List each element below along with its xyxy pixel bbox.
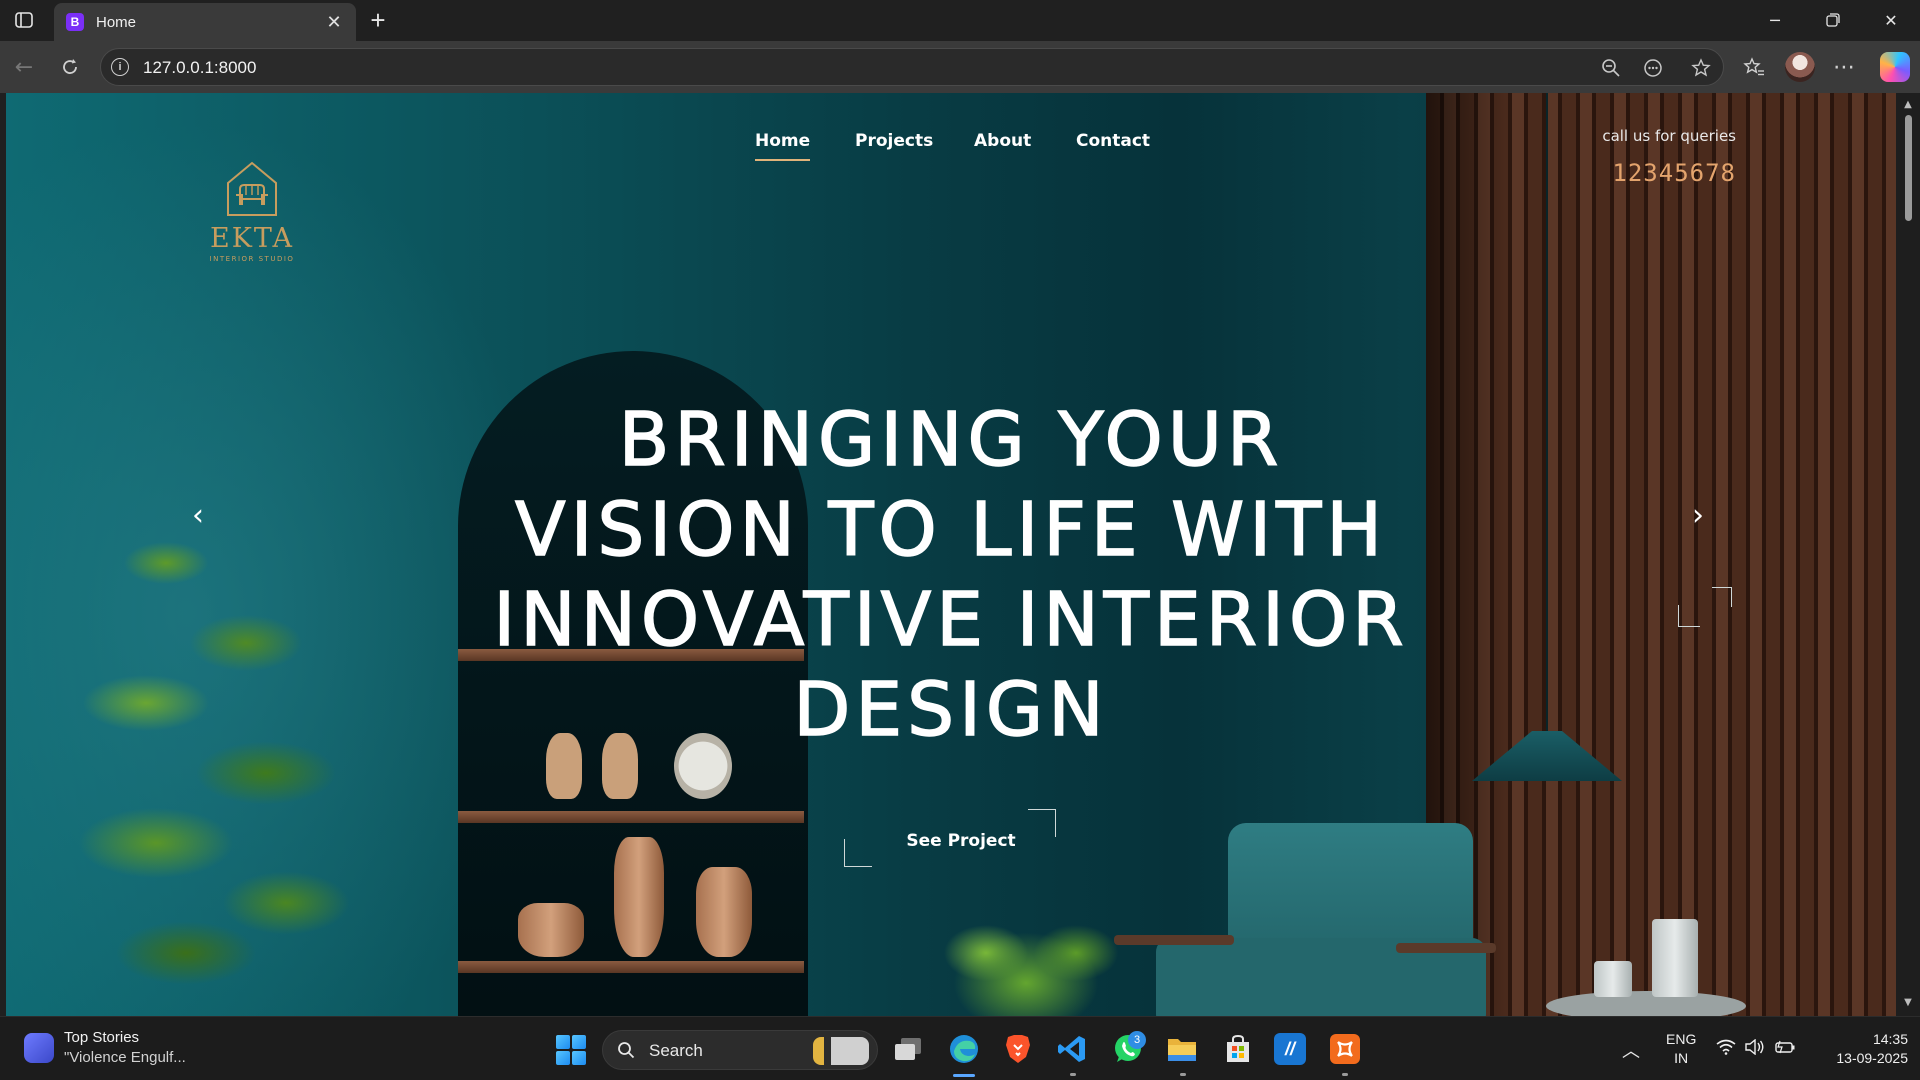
whatsapp-badge: 3: [1128, 1031, 1146, 1049]
tall-pot: [1652, 919, 1698, 997]
hero-headline: BRINGING YOUR VISION TO LIFE WITH INNOVA…: [306, 395, 1596, 755]
scroll-thumb[interactable]: [1905, 115, 1912, 221]
nav-projects[interactable]: Projects: [855, 131, 933, 159]
refresh-icon[interactable]: [54, 51, 86, 83]
nav-contact[interactable]: Contact: [1076, 131, 1150, 159]
call-label: call us for queries: [1602, 127, 1736, 145]
headline-line: VISION TO LIFE WITH: [514, 486, 1388, 574]
carousel-next-icon[interactable]: ›: [1686, 498, 1710, 533]
zoom-out-icon[interactable]: [1599, 56, 1623, 80]
nav-home[interactable]: Home: [755, 131, 811, 161]
fern-plant: [926, 883, 1126, 1016]
tall-vase: [614, 837, 664, 957]
tab-title: Home: [96, 13, 137, 31]
wifi-icon[interactable]: [1716, 1039, 1736, 1059]
lang-region: IN: [1674, 1050, 1689, 1066]
file-explorer-icon[interactable]: [1164, 1031, 1200, 1067]
browser-toolbar: ← i 127.0.0.1:8000 ⋯: [0, 41, 1920, 93]
back-icon[interactable]: ←: [8, 51, 40, 83]
favorite-star-icon[interactable]: [1689, 56, 1713, 80]
call-number[interactable]: 12345678: [1566, 159, 1736, 187]
browser-tab-home[interactable]: B Home ✕: [54, 3, 356, 41]
headline-line: BRINGING YOUR: [618, 396, 1284, 484]
taskbar-search[interactable]: Search: [602, 1030, 878, 1070]
search-label: Search: [649, 1041, 703, 1060]
bootstrap-favicon-icon: B: [66, 13, 84, 31]
news-title[interactable]: Top Stories: [64, 1029, 139, 1046]
active-indicator: [953, 1074, 975, 1077]
carousel-prev-icon[interactable]: ‹: [186, 498, 210, 533]
xampp-icon[interactable]: [1330, 1034, 1360, 1064]
read-aloud-icon[interactable]: [1641, 56, 1665, 80]
close-tab-icon[interactable]: ✕: [324, 12, 344, 33]
windows-start-icon[interactable]: [556, 1035, 586, 1065]
address-bar[interactable]: i 127.0.0.1:8000: [100, 48, 1724, 86]
page-viewport: EKTA INTERIOR STUDIO Home Projects About…: [6, 93, 1896, 1016]
site-info-icon[interactable]: i: [111, 58, 129, 76]
shelf: [458, 811, 804, 823]
clock-time: 14:35: [1872, 1031, 1908, 1047]
next-corner-bracket: [1678, 605, 1700, 627]
microsoft-store-icon[interactable]: [1220, 1031, 1256, 1067]
close-window-icon[interactable]: ✕: [1868, 4, 1914, 36]
profile-avatar[interactable]: [1785, 52, 1815, 82]
scroll-up-icon[interactable]: ▲: [1902, 99, 1914, 111]
headline-line: DESIGN: [793, 666, 1109, 754]
copilot-icon[interactable]: [1880, 52, 1910, 82]
task-view-icon[interactable]: [890, 1031, 926, 1067]
running-indicator: [1342, 1073, 1348, 1076]
browser-tab-bar: B Home ✕ + ─ ✕: [0, 0, 1920, 41]
windows-taskbar: Top Stories "Violence Engulf... Search 3…: [0, 1016, 1920, 1080]
more-options-icon[interactable]: ⋯: [1828, 51, 1860, 83]
see-project-button[interactable]: See Project: [866, 821, 1056, 861]
clock-date: 13-09-2025: [1836, 1050, 1908, 1066]
small-pot: [1594, 961, 1632, 997]
bowl-vase: [518, 903, 584, 957]
shelf: [458, 961, 804, 973]
new-tab-button[interactable]: +: [364, 5, 392, 35]
search-icon: [618, 1042, 635, 1059]
ms-app-icon[interactable]: //: [1274, 1033, 1306, 1065]
armchair-arm: [1396, 943, 1496, 953]
battery-icon[interactable]: [1774, 1039, 1796, 1059]
lang-code: ENG: [1666, 1031, 1697, 1047]
logo-subtitle: INTERIOR STUDIO: [209, 255, 295, 263]
favorites-icon[interactable]: [1738, 51, 1770, 83]
restore-icon[interactable]: [1810, 4, 1856, 36]
minimize-icon[interactable]: ─: [1752, 4, 1798, 36]
scroll-down-icon[interactable]: ▼: [1902, 997, 1914, 1009]
search-highlight-icon: [813, 1037, 869, 1065]
running-indicator: [1180, 1073, 1186, 1076]
site-logo[interactable]: EKTA INTERIOR STUDIO: [206, 159, 298, 263]
next-corner-bracket: [1712, 587, 1732, 607]
input-language[interactable]: ENG IN: [1666, 1030, 1696, 1068]
system-clock[interactable]: 14:35 13-09-2025: [1814, 1030, 1908, 1068]
url-text: 127.0.0.1:8000: [143, 58, 257, 77]
armchair-arm: [1114, 935, 1234, 945]
round-vase: [696, 867, 752, 957]
tab-actions-icon[interactable]: [10, 8, 38, 32]
headline-line: INNOVATIVE INTERIOR: [493, 576, 1409, 664]
nav-about[interactable]: About: [974, 131, 1031, 159]
news-widget-icon[interactable]: [24, 1033, 54, 1063]
page-scrollbar[interactable]: ▲ ▼: [1896, 93, 1920, 1016]
show-hidden-icons-chevron[interactable]: ︿: [1622, 1037, 1640, 1063]
running-indicator: [1070, 1073, 1076, 1076]
edge-icon[interactable]: [946, 1031, 982, 1067]
vscode-icon[interactable]: [1054, 1031, 1090, 1067]
side-table: [1546, 991, 1746, 1016]
brave-icon[interactable]: [1000, 1031, 1036, 1067]
news-subtitle[interactable]: "Violence Engulf...: [64, 1049, 186, 1066]
volume-icon[interactable]: [1744, 1038, 1764, 1059]
logo-name: EKTA: [210, 223, 294, 254]
